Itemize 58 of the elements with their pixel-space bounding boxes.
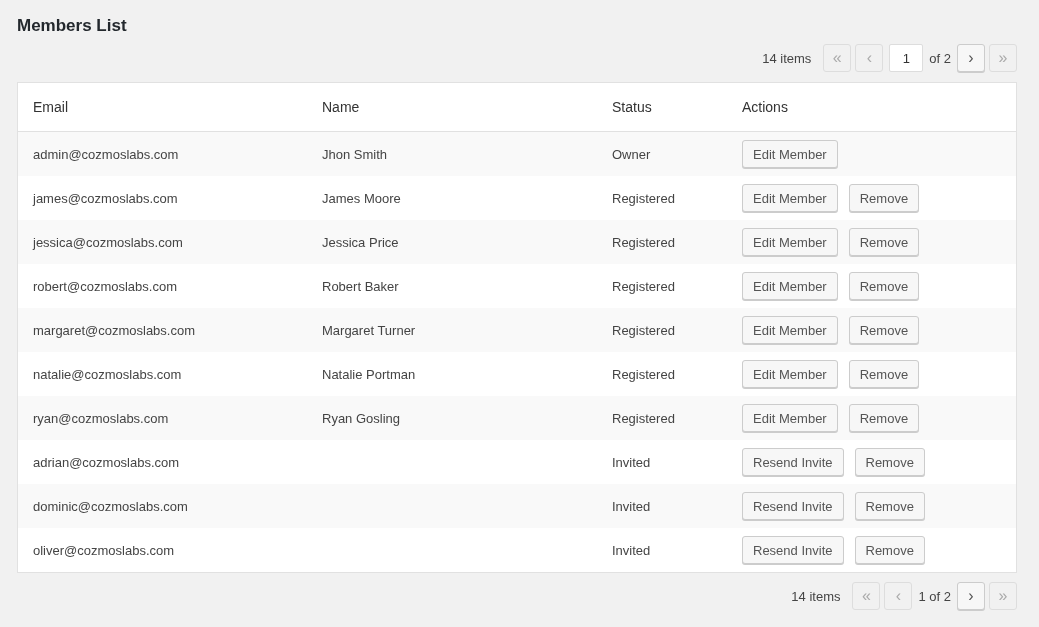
name-cell-text: Margaret Turner: [322, 322, 417, 338]
status-cell-text: Owner: [612, 146, 652, 162]
email-cell-text: jessica@cozmoslabs.com: [33, 234, 184, 250]
page-indicator: 1 of 2: [918, 588, 951, 604]
column-header: Status: [612, 99, 653, 115]
email-cell-text: james@cozmoslabs.com: [33, 190, 179, 206]
status-cell-text: Registered: [612, 278, 676, 294]
status-cell-text: Registered: [612, 190, 676, 206]
action-button[interactable]: Resend Invite: [742, 492, 844, 520]
action-button[interactable]: Remove: [848, 228, 920, 256]
item-count: 14 items: [762, 50, 812, 66]
action-button[interactable]: Remove: [854, 536, 925, 564]
action-button[interactable]: Edit Member: [742, 140, 838, 168]
action-button[interactable]: Edit Member: [742, 228, 838, 256]
page-nav-button[interactable]: ›: [957, 44, 985, 72]
name-cell-text: Jessica Price: [322, 234, 400, 250]
action-button[interactable]: Remove: [848, 360, 920, 388]
email-cell-text: margaret@cozmoslabs.com: [33, 322, 197, 338]
name-cell-text: James Moore: [322, 190, 402, 206]
status-cell-text: Registered: [612, 366, 676, 382]
action-button[interactable]: Remove: [848, 272, 920, 300]
action-button[interactable]: Remove: [854, 492, 925, 520]
column-header: Email: [33, 99, 69, 115]
action-button[interactable]: Resend Invite: [742, 536, 844, 564]
page-nav-button[interactable]: ›: [957, 582, 985, 610]
action-button[interactable]: Edit Member: [742, 316, 838, 344]
page-input[interactable]: 1: [889, 44, 924, 72]
email-cell-text: adrian@cozmoslabs.com: [33, 454, 181, 470]
status-cell-text: Invited: [612, 542, 652, 558]
email-cell-text: oliver@cozmoslabs.com: [33, 542, 176, 558]
column-header: Actions: [742, 99, 789, 115]
email-cell-text: admin@cozmoslabs.com: [33, 146, 180, 162]
name-cell-text: Robert Baker: [322, 278, 400, 294]
action-button[interactable]: Remove: [854, 448, 925, 476]
page-total: of 2: [929, 50, 951, 66]
email-cell-text: ryan@cozmoslabs.com: [33, 410, 170, 426]
item-count: 14 items: [791, 588, 841, 604]
status-cell-text: Registered: [612, 234, 676, 250]
action-button[interactable]: Remove: [848, 404, 920, 432]
name-cell-text: Jhon Smith: [322, 146, 389, 162]
name-cell-text: Natalie Portman: [322, 366, 417, 382]
email-cell-text: robert@cozmoslabs.com: [33, 278, 178, 294]
status-cell-text: Registered: [612, 410, 676, 426]
email-cell-text: natalie@cozmoslabs.com: [33, 366, 183, 382]
action-button[interactable]: Edit Member: [742, 404, 838, 432]
status-cell-text: Registered: [612, 322, 676, 338]
status-cell-text: Invited: [612, 498, 652, 514]
action-button[interactable]: Resend Invite: [742, 448, 844, 476]
email-cell-text: dominic@cozmoslabs.com: [33, 498, 189, 514]
action-button[interactable]: Edit Member: [742, 360, 838, 388]
name-cell-text: Ryan Gosling: [322, 410, 402, 426]
page-title: Members List: [17, 16, 128, 36]
action-button[interactable]: Edit Member: [742, 272, 838, 300]
action-button[interactable]: Remove: [848, 184, 920, 212]
action-button[interactable]: Remove: [848, 316, 920, 344]
column-header: Name: [322, 99, 361, 115]
status-cell-text: Invited: [612, 454, 652, 470]
action-button[interactable]: Edit Member: [742, 184, 838, 212]
